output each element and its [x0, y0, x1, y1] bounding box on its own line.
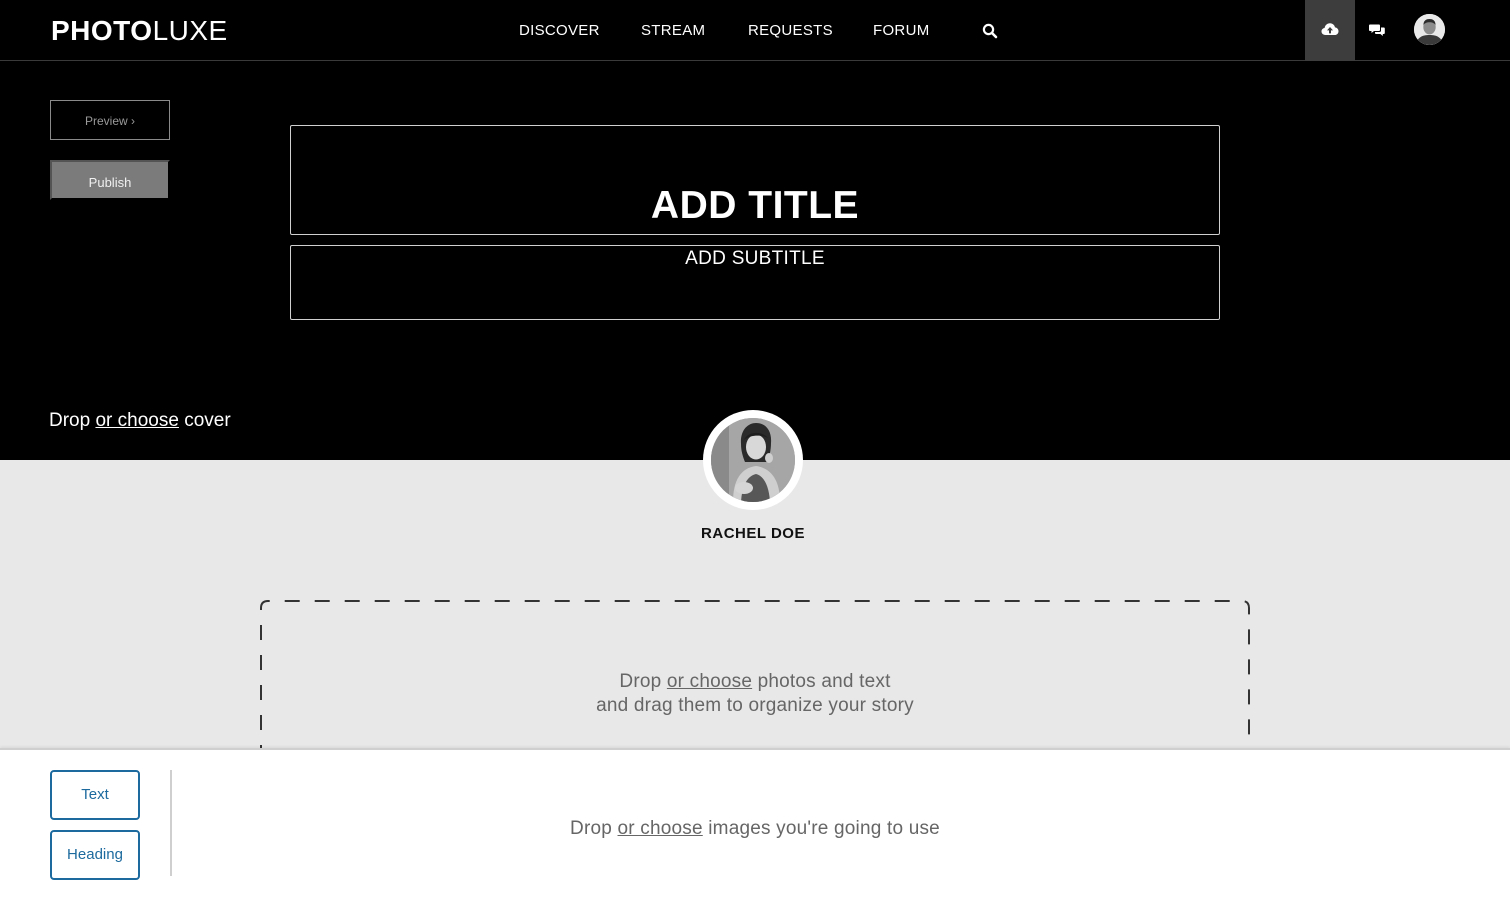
preview-label: Preview	[84, 114, 128, 128]
story-drop-suffix: photos and text	[757, 671, 891, 692]
choose-cover-link[interactable]: or choose	[95, 410, 178, 431]
chevron-right-icon: ›	[131, 114, 136, 128]
nav-requests[interactable]: REQUESTS	[748, 0, 833, 61]
title-placeholder: ADD TITLE	[650, 184, 860, 227]
add-heading-button[interactable]: Heading	[50, 830, 140, 880]
bottom-toolbar: Text Heading Drop or choose images you'r…	[0, 748, 1510, 900]
story-drop-line-2: and drag them to organize your story	[596, 695, 914, 716]
logo-bold-part: PHOTO	[51, 15, 153, 46]
choose-photos-link[interactable]: or choose	[667, 671, 752, 692]
images-drop-suffix: images you're going to use	[708, 818, 940, 839]
images-drop-prefix: Drop	[570, 818, 613, 839]
top-navbar: PHOTOLUXE DISCOVER STREAM REQUESTS FORUM	[0, 0, 1510, 61]
logo-light-part: LUXE	[152, 15, 228, 46]
story-drop-text: Drop or choose photos and text and drag …	[260, 670, 1250, 718]
chat-icon[interactable]	[1369, 23, 1385, 42]
cover-drop-suffix: cover	[184, 410, 231, 431]
story-dropzone[interactable]: Drop or choose photos and text and drag …	[260, 600, 1250, 760]
story-drop-line-1: Drop or choose photos and text	[260, 670, 1250, 694]
cover-section: Preview › Publish ADD TITLE ADD SUBTITLE…	[0, 61, 1510, 460]
author-avatar[interactable]	[703, 410, 803, 510]
add-text-button[interactable]: Text	[50, 770, 140, 820]
author-name[interactable]: RACHEL DOE	[603, 524, 903, 544]
nav-forum[interactable]: FORUM	[873, 0, 930, 61]
user-avatar[interactable]	[1414, 14, 1445, 45]
subtitle-placeholder: ADD SUBTITLE	[685, 248, 825, 269]
choose-images-link[interactable]: or choose	[618, 818, 703, 839]
search-icon[interactable]	[982, 23, 998, 39]
nav-discover[interactable]: DISCOVER	[519, 0, 600, 61]
preview-button[interactable]: Preview ›	[50, 100, 170, 140]
title-field[interactable]: ADD TITLE	[290, 125, 1220, 235]
photoluxe-logo[interactable]: PHOTOLUXE	[51, 15, 228, 47]
story-drop-prefix: Drop	[619, 671, 662, 692]
subtitle-field[interactable]: ADD SUBTITLE	[290, 245, 1220, 320]
images-dropzone[interactable]: Drop or choose images you're going to us…	[372, 817, 1138, 841]
upload-tab[interactable]	[1305, 0, 1355, 61]
cover-dropzone[interactable]: Drop or choose cover	[49, 409, 231, 433]
cover-drop-prefix: Drop	[49, 410, 91, 431]
publish-button[interactable]: Publish	[50, 160, 170, 200]
nav-stream[interactable]: STREAM	[641, 0, 705, 61]
cloud-upload-icon	[1321, 23, 1339, 35]
toolbar-divider	[170, 770, 172, 876]
